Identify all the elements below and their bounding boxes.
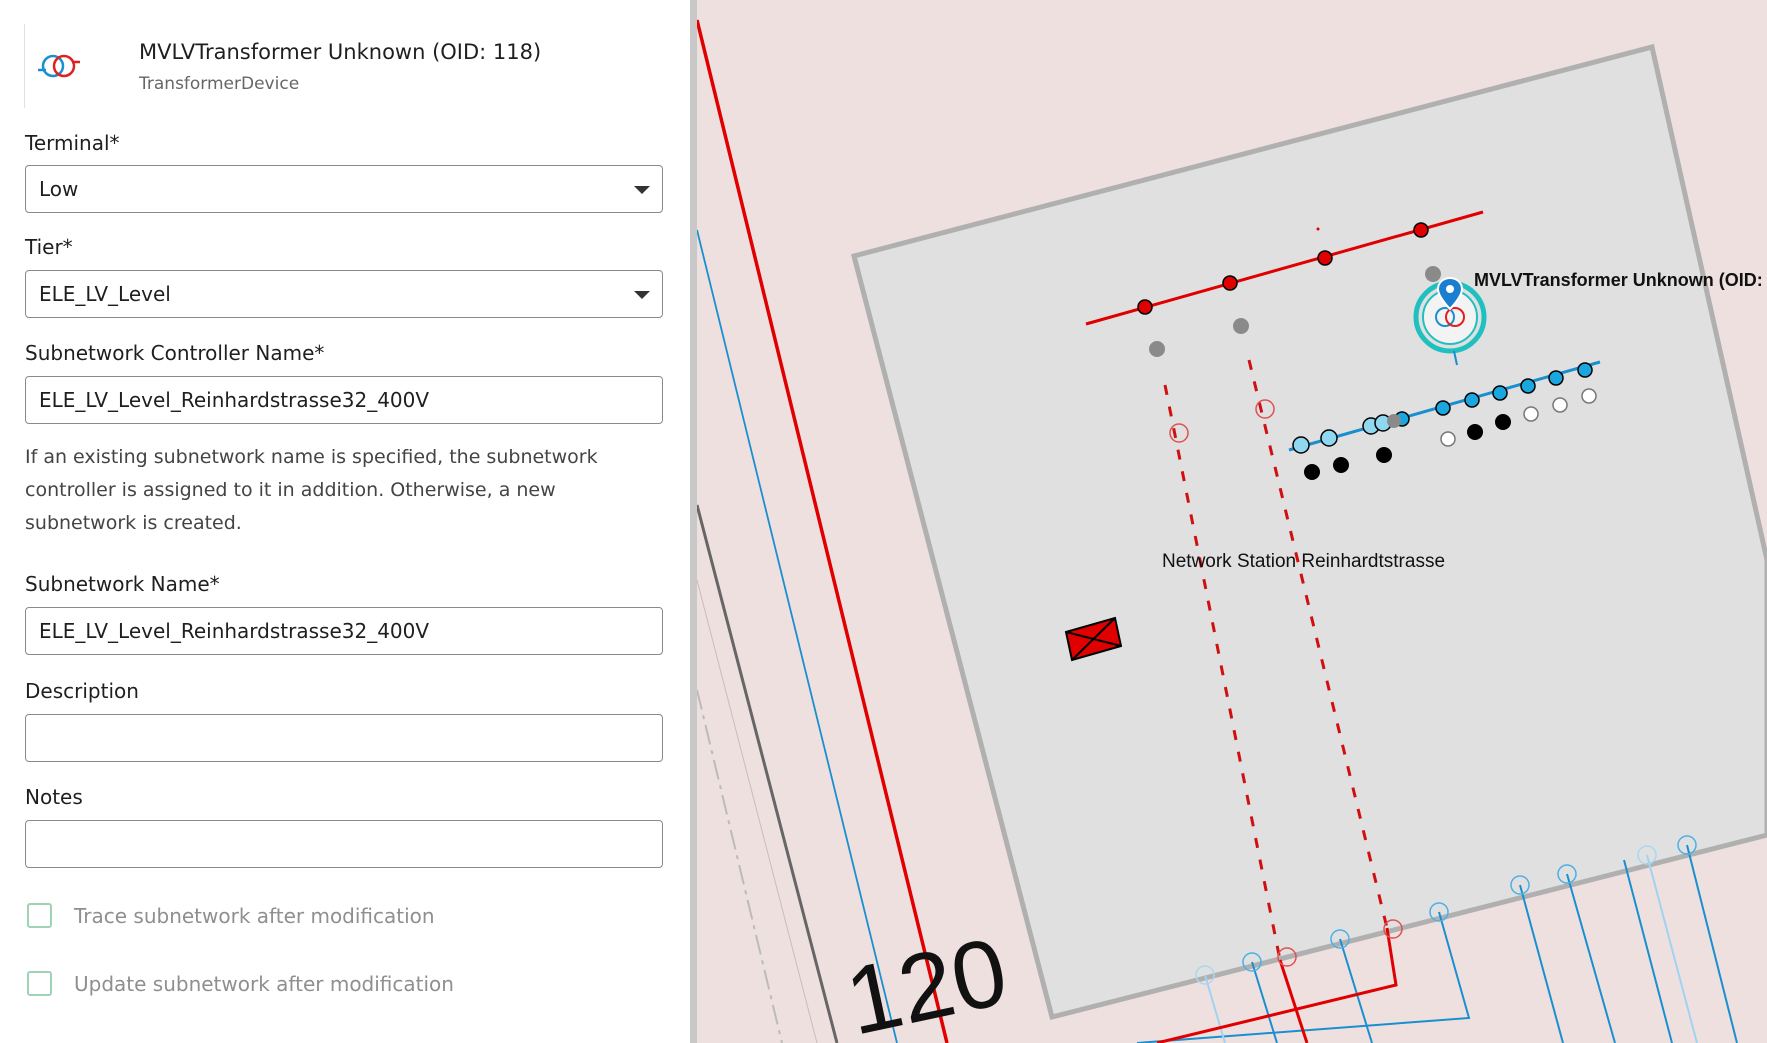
tier-select[interactable]: ELE_LV_Level xyxy=(25,270,663,318)
grey-device xyxy=(1149,341,1165,357)
map-view[interactable]: MVLVTransformer Unknown (OID: Network St… xyxy=(697,0,1767,1043)
subnetwork-name-value: ELE_LV_Level_Reinhardstrasse32_400V xyxy=(39,619,430,643)
parcel-boundary-faint xyxy=(697,579,818,1043)
terminal-value: Low xyxy=(39,177,79,201)
chevron-down-icon xyxy=(634,186,650,194)
trace-subnetwork-label: Trace subnetwork after modification xyxy=(74,904,435,928)
panel-splitter[interactable] xyxy=(690,0,697,1043)
lv-junction xyxy=(1577,362,1593,378)
station-map-label: Network Station Reinhardtstrasse xyxy=(1162,551,1446,572)
lv-junction xyxy=(1435,400,1451,416)
grey-device xyxy=(1387,414,1401,428)
header-divider xyxy=(24,24,25,108)
description-input[interactable] xyxy=(25,714,663,762)
controller-name-label: Subnetwork Controller Name* xyxy=(25,341,325,365)
attribute-panel: MVLVTransformer Unknown (OID: 118) Trans… xyxy=(0,0,690,1043)
lv-junction xyxy=(1492,385,1508,401)
feature-title: MVLVTransformer Unknown (OID: 118) xyxy=(139,40,542,64)
black-device xyxy=(1495,414,1511,430)
update-subnetwork-checkbox[interactable] xyxy=(27,971,52,996)
lv-cable xyxy=(1519,884,1564,1043)
lv-terminal xyxy=(1320,429,1338,447)
open-device xyxy=(1552,397,1568,413)
transformer-icon xyxy=(38,54,80,78)
update-subnetwork-label: Update subnetwork after modification xyxy=(74,972,454,996)
black-device xyxy=(1333,457,1349,473)
black-device xyxy=(1376,447,1392,463)
notes-input[interactable] xyxy=(25,820,663,868)
terminal-select[interactable]: Low xyxy=(25,165,663,213)
mv-junction xyxy=(1317,250,1333,266)
open-device xyxy=(1523,406,1539,422)
lv-junction xyxy=(1548,370,1564,386)
grey-device xyxy=(1233,318,1249,334)
chevron-down-icon xyxy=(634,291,650,299)
lv-cable xyxy=(1686,844,1738,1043)
network-station-building xyxy=(850,43,1767,1021)
open-device xyxy=(1440,431,1456,447)
grey-device xyxy=(1425,266,1441,282)
subnetwork-name-label: Subnetwork Name* xyxy=(25,572,220,596)
mv-junction xyxy=(1137,299,1153,315)
black-device xyxy=(1304,464,1320,480)
terminal-label: Terminal* xyxy=(25,131,120,155)
lv-line xyxy=(697,229,898,1043)
description-label: Description xyxy=(25,679,139,703)
controller-name-value: ELE_LV_Level_Reinhardstrasse32_400V xyxy=(39,388,430,412)
lv-cable xyxy=(1251,961,1278,1043)
black-device xyxy=(1467,424,1483,440)
subnetwork-name-input[interactable]: ELE_LV_Level_Reinhardstrasse32_400V xyxy=(25,607,663,655)
lv-cable xyxy=(1566,873,1616,1043)
notes-label: Notes xyxy=(25,785,83,809)
lv-cable xyxy=(1623,859,1673,1043)
help-text: If an existing subnetwork name is specif… xyxy=(25,446,598,534)
lv-junction xyxy=(1520,378,1536,394)
open-device xyxy=(1581,388,1597,404)
feature-subtitle: TransformerDevice xyxy=(139,74,300,94)
feature-map-label: MVLVTransformer Unknown (OID: xyxy=(1474,270,1763,290)
mv-line xyxy=(697,19,949,1043)
mv-junction xyxy=(1222,275,1238,291)
lv-junction xyxy=(1464,392,1480,408)
tier-value: ELE_LV_Level xyxy=(39,282,171,306)
controller-name-input[interactable]: ELE_LV_Level_Reinhardstrasse32_400V xyxy=(25,376,663,424)
tier-label: Tier* xyxy=(25,235,73,259)
mv-junction xyxy=(1413,222,1429,238)
map-canvas[interactable] xyxy=(697,0,1767,1043)
lv-terminal xyxy=(1292,436,1310,454)
trace-subnetwork-checkbox[interactable] xyxy=(27,903,52,928)
